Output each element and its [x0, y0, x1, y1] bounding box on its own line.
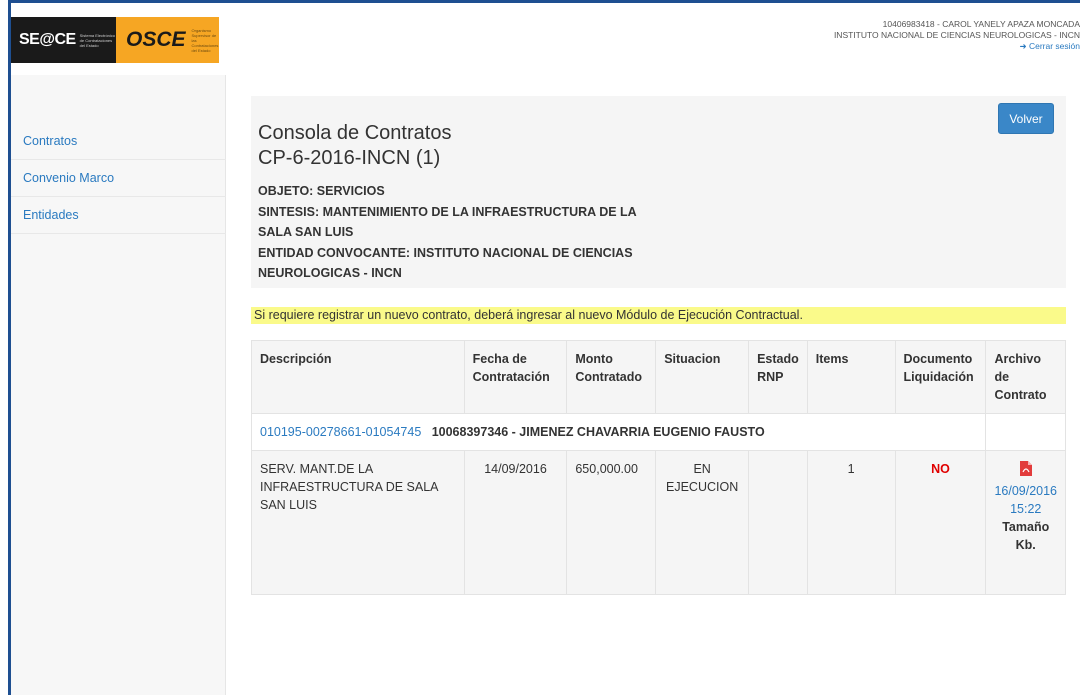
cell-archivo: 16/09/2016 15:22 Tamaño Kb.: [985, 450, 1066, 595]
cell-estado-rnp: [748, 450, 808, 595]
col-descripcion: Descripción: [251, 340, 465, 414]
osce-logo[interactable]: OSCE Organismo Supervisor de las Contrat…: [116, 17, 219, 63]
notice-banner: Si requiere registrar un nuevo contrato,…: [251, 307, 1066, 324]
process-details: OBJETO: SERVICIOS SINTESIS: MANTENIMIENT…: [258, 181, 668, 284]
sidebar-item-convenio-marco[interactable]: Convenio Marco: [11, 160, 226, 197]
objeto-text: OBJETO: SERVICIOS: [258, 184, 385, 198]
user-entity: INSTITUTO NACIONAL DE CIENCIAS NEUROLOGI…: [833, 30, 1080, 40]
col-archivo: Archivo de Contrato: [985, 340, 1066, 414]
col-situacion: Situacion: [655, 340, 750, 414]
seace-logo-text: SE@CE: [19, 31, 76, 48]
col-documento: Documento Liquidación: [894, 340, 987, 414]
entidad-text: ENTIDAD CONVOCANTE: INSTITUTO NACIONAL D…: [258, 245, 633, 281]
back-button[interactable]: Volver: [998, 103, 1054, 134]
col-fecha: Fecha de Contratación: [463, 340, 568, 414]
contracts-table: Descripción Fecha de Contratación Monto …: [250, 340, 1066, 595]
app-frame: SE@CE Sistema Electrónico de Contratacio…: [8, 0, 1080, 695]
cell-fecha: 14/09/2016: [463, 450, 568, 595]
sidebar: Contratos Convenio Marco Entidades: [11, 75, 226, 695]
contract-group-row: 010195-00278661-01054745 10068397346 - J…: [250, 413, 1066, 451]
cell-descripcion: SERV. MANT.DE LA INFRAESTRUCTURA DE SALA…: [251, 450, 465, 595]
seace-logo[interactable]: SE@CE Sistema Electrónico de Contratacio…: [11, 17, 116, 63]
logout-link[interactable]: ➜ Cerrar sesión: [834, 41, 1080, 52]
cell-monto: 650,000.00: [566, 450, 657, 595]
col-items: Items: [806, 340, 896, 414]
seace-logo-subtitle: Sistema Electrónico de Contrataciones de…: [79, 32, 116, 48]
osce-logo-text: OSCE: [126, 28, 186, 51]
page-title: Consola de Contratos: [258, 122, 452, 144]
cell-documento: NO: [894, 450, 987, 595]
contract-group-cell: 010195-00278661-01054745 10068397346 - J…: [250, 413, 987, 451]
logout-label: Cerrar sesión: [1028, 41, 1080, 51]
file-date-link[interactable]: 16/09/2016 15:22: [994, 482, 1057, 518]
sidebar-menu: Contratos Convenio Marco Entidades: [11, 123, 226, 234]
cell-situacion: EN EJECUCION: [655, 450, 750, 595]
cell-items: 1: [806, 450, 896, 595]
file-size: Tamaño Kb.: [1002, 520, 1050, 552]
contract-group-empty-cell: [985, 413, 1066, 451]
pdf-file-icon[interactable]: [1019, 460, 1033, 477]
table-row: SERV. MANT.DE LA INFRAESTRUCTURA DE SALA…: [251, 450, 1066, 595]
sidebar-item-entidades[interactable]: Entidades: [11, 197, 226, 234]
table-header-row: Descripción Fecha de Contratación Monto …: [251, 340, 1066, 414]
col-monto: Monto Contratado: [566, 340, 657, 414]
contractor-name: 10068397346 - JIMENEZ CHAVARRIA EUGENIO …: [431, 425, 765, 439]
user-info: 10406983418 - CAROL YANELY APAZA MONCADA…: [834, 19, 1080, 52]
user-name: 10406983418 - CAROL YANELY APAZA MONCADA: [882, 19, 1080, 29]
logout-arrow-icon: ➜: [1019, 41, 1027, 51]
col-estado-rnp: Estado RNP: [748, 340, 808, 414]
process-code: CP-6-2016-INCN (1): [258, 147, 441, 169]
sintesis-text: SINTESIS: MANTENIMIENTO DE LA INFRAESTRU…: [258, 204, 637, 240]
osce-logo-subtitle: Organismo Supervisor de las Contratacion…: [191, 27, 219, 53]
contract-summary-panel: Consola de Contratos CP-6-2016-INCN (1) …: [251, 96, 1066, 288]
contract-link[interactable]: 010195-00278661-01054745: [260, 425, 421, 439]
sidebar-item-contratos[interactable]: Contratos: [11, 123, 226, 160]
file-date: 16/09/2016: [994, 484, 1057, 498]
file-time: 15:22: [1010, 502, 1042, 516]
header: SE@CE Sistema Electrónico de Contratacio…: [11, 3, 1080, 75]
